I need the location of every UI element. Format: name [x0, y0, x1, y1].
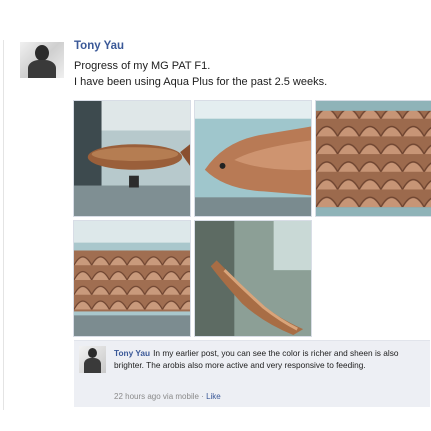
comment-meta: 22 hours ago via mobile · Like — [114, 392, 221, 401]
arowana-photo-5[interactable] — [194, 220, 312, 337]
feed-divider — [3, 40, 4, 410]
post-text-line-1: Progress of my MG PAT F1. — [74, 60, 211, 72]
arowana-photo-3[interactable] — [315, 100, 431, 217]
comment: Tony Yau In my earlier post, you can see … — [74, 340, 430, 407]
arowana-photo-4[interactable] — [73, 220, 191, 337]
post-text-line-2: I have been using Aqua Plus for the past… — [74, 76, 328, 88]
author-name[interactable]: Tony Yau — [74, 40, 124, 52]
arowana-photo-1[interactable] — [73, 100, 191, 217]
comment-body: Tony Yau In my earlier post, you can see … — [114, 347, 424, 372]
author-avatar[interactable] — [20, 42, 64, 78]
comment-timestamp[interactable]: 22 hours ago via mobile — [114, 392, 199, 401]
commenter-name[interactable]: Tony Yau — [114, 348, 150, 358]
meta-separator: · — [198, 392, 207, 401]
comment-text: In my earlier post, you can see the colo… — [114, 348, 399, 371]
like-link[interactable]: Like — [206, 392, 221, 401]
arowana-photo-2[interactable] — [194, 100, 312, 217]
commenter-avatar[interactable] — [79, 346, 106, 373]
